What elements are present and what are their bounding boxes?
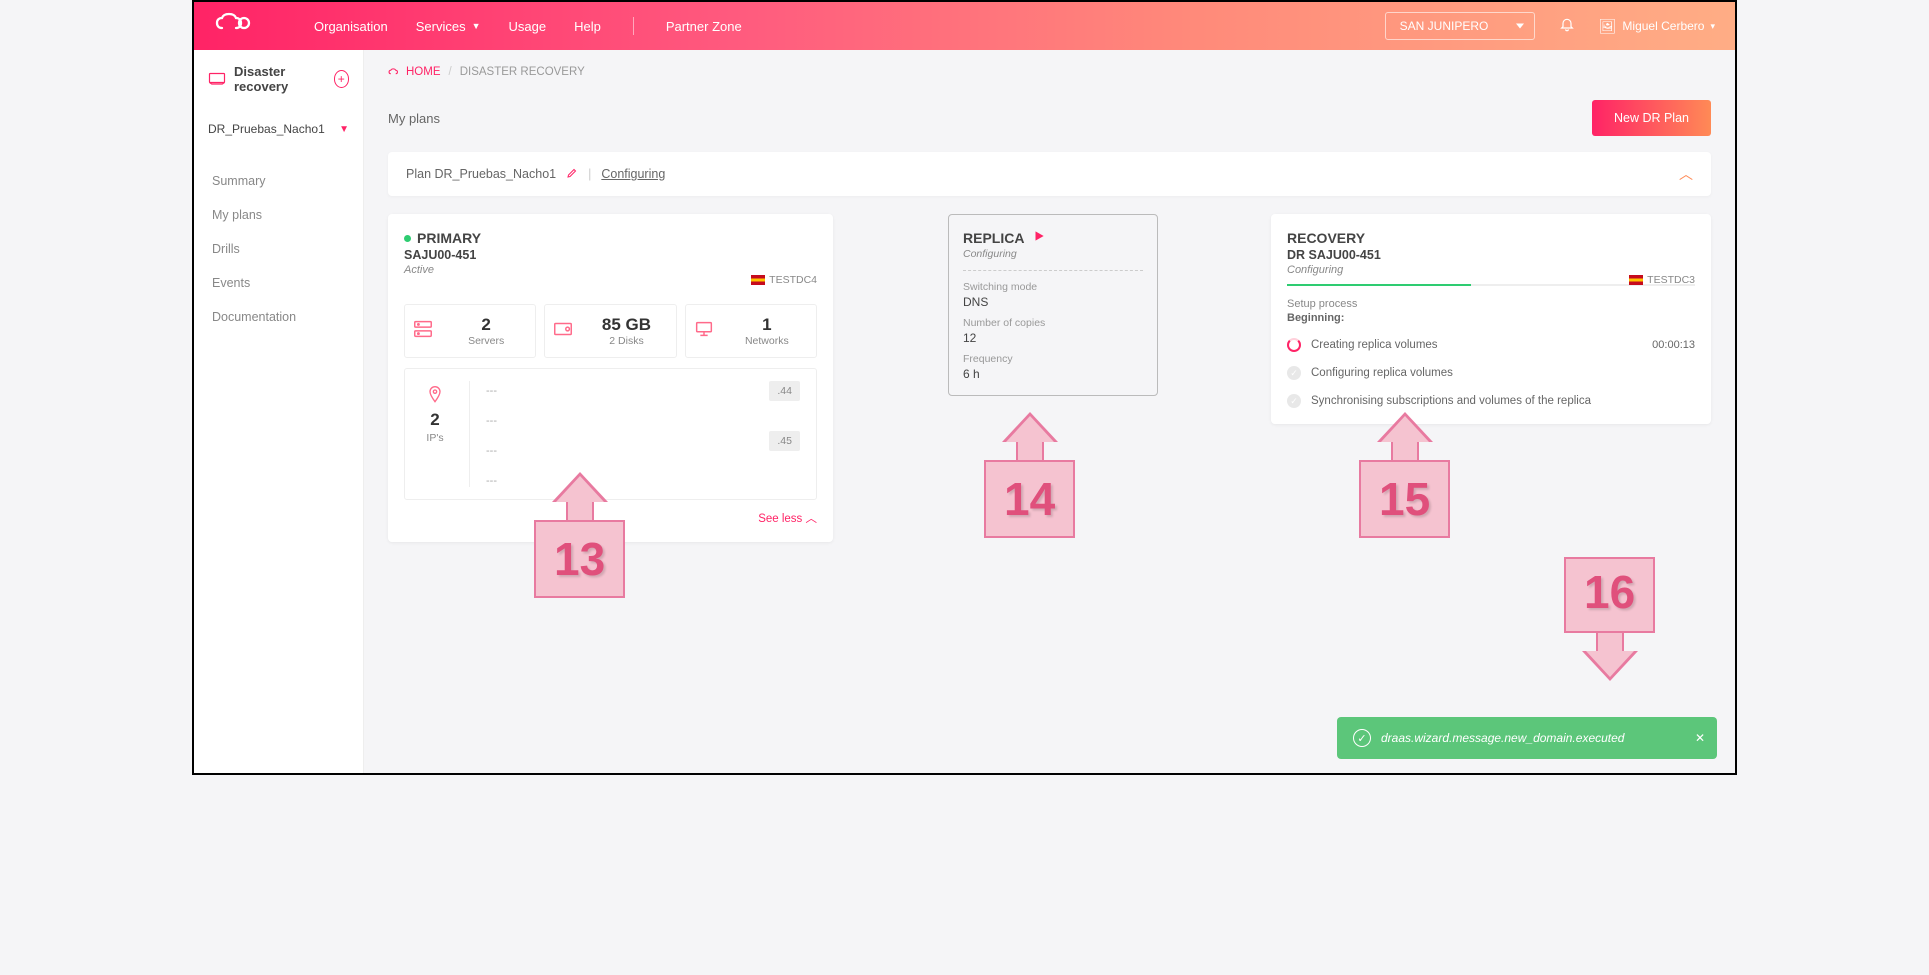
sidebar-item-events[interactable]: Events — [194, 266, 363, 300]
ip-chip: .44 — [769, 381, 800, 401]
user-name: Miguel Cerbero — [1622, 19, 1704, 33]
page-title: My plans — [388, 111, 440, 126]
cloud-icon — [388, 67, 402, 77]
sidebar-item-myplans[interactable]: My plans — [194, 198, 363, 232]
network-icon — [692, 318, 716, 345]
setup-process-label: Setup process — [1287, 298, 1695, 310]
notifications-icon[interactable] — [1559, 16, 1575, 37]
plan-status[interactable]: Configuring — [601, 167, 665, 181]
status-dot-icon — [404, 235, 411, 242]
primary-card: PRIMARY SAJU00-451 Active TESTDC4 2Serve… — [388, 214, 833, 542]
replica-title: REPLICA — [963, 230, 1024, 246]
check-circle-icon: ✓ — [1353, 729, 1371, 747]
collapse-icon[interactable]: ︿ — [1679, 164, 1693, 184]
success-toast: ✓ draas.wizard.message.new_domain.execut… — [1337, 717, 1717, 759]
replica-freq-value: 6 h — [963, 367, 1143, 381]
flag-es-icon — [751, 275, 765, 285]
caret-down-icon: ▼ — [339, 124, 349, 135]
primary-datacenter: TESTDC4 — [751, 274, 817, 286]
pending-check-icon: ✓ — [1287, 394, 1301, 408]
disk-icon — [551, 318, 575, 345]
nav-separator — [633, 17, 634, 35]
location-icon — [425, 385, 445, 408]
nav-usage[interactable]: Usage — [509, 19, 547, 34]
nav-services[interactable]: Services ▼ — [416, 19, 481, 34]
logo — [214, 12, 254, 40]
primary-vdc: SAJU00-451 — [404, 248, 817, 262]
primary-title: PRIMARY — [417, 230, 481, 246]
replica-copies-value: 12 — [963, 331, 1143, 345]
edit-plan-icon[interactable] — [566, 167, 578, 182]
tenant-select[interactable]: SAN JUNIPERO — [1385, 12, 1535, 40]
spinner-icon — [1287, 338, 1301, 352]
breadcrumb: HOME / DISASTER RECOVERY — [388, 66, 1711, 78]
see-less-toggle[interactable]: See less ︿ — [404, 510, 817, 526]
stat-networks: 1Networks — [685, 304, 817, 358]
sidebar-item-drills[interactable]: Drills — [194, 232, 363, 266]
annotation-16: 16 — [1564, 557, 1655, 681]
sidebar: Disaster recovery + DR_Pruebas_Nacho1 ▼ … — [194, 50, 364, 773]
recovery-title: RECOVERY — [1287, 230, 1695, 246]
setup-process-stage: Beginning: — [1287, 312, 1695, 324]
stat-storage: 85 GB2 Disks — [544, 304, 676, 358]
cloud-logo-icon — [214, 12, 254, 34]
ip-details: 2 IP's --- --- --- --- .44 .45 — [404, 368, 817, 500]
main-content: HOME / DISASTER RECOVERY My plans New DR… — [364, 50, 1735, 773]
replica-mode-value: DNS — [963, 295, 1143, 309]
replica-copies-label: Number of copies — [963, 317, 1143, 329]
plan-header-bar: Plan DR_Pruebas_Nacho1 | Configuring ︿ — [388, 152, 1711, 196]
setup-step-3: ✓ Synchronising subscriptions and volume… — [1287, 394, 1695, 408]
stat-servers: 2Servers — [404, 304, 536, 358]
nav-partner-zone[interactable]: Partner Zone — [666, 19, 742, 34]
setup-step-1: Creating replica volumes 00:00:13 — [1287, 338, 1695, 352]
flag-es-icon — [1629, 275, 1643, 285]
breadcrumb-home[interactable]: HOME — [388, 66, 441, 78]
add-plan-button[interactable]: + — [334, 70, 349, 88]
recovery-datacenter: TESTDC3 — [1629, 274, 1695, 286]
replica-freq-label: Frequency — [963, 353, 1143, 365]
pending-check-icon: ✓ — [1287, 366, 1301, 380]
avatar-icon: 🖼 — [1599, 18, 1617, 35]
breadcrumb-current: DISASTER RECOVERY — [460, 66, 585, 78]
toast-message: draas.wizard.message.new_domain.executed — [1381, 731, 1624, 745]
recovery-vdc: DR SAJU00-451 — [1287, 248, 1695, 262]
disaster-recovery-icon — [208, 71, 226, 88]
divider — [963, 270, 1143, 271]
sidebar-item-summary[interactable]: Summary — [194, 164, 363, 198]
sidebar-item-documentation[interactable]: Documentation — [194, 300, 363, 334]
servers-icon — [411, 318, 435, 345]
new-dr-plan-button[interactable]: New DR Plan — [1592, 100, 1711, 136]
chevron-up-icon: ︿ — [806, 513, 818, 525]
nav-organisation[interactable]: Organisation — [314, 19, 388, 34]
replica-mode-label: Switching mode — [963, 281, 1143, 293]
sidebar-title: Disaster recovery — [234, 64, 326, 94]
topbar: Organisation Services ▼ Usage Help Partn… — [194, 2, 1735, 50]
ip-chip: .45 — [769, 431, 800, 451]
sidebar-plan-select[interactable]: DR_Pruebas_Nacho1 ▼ — [208, 122, 349, 136]
toast-close-button[interactable]: ✕ — [1695, 731, 1705, 745]
plan-name: Plan DR_Pruebas_Nacho1 — [406, 167, 556, 181]
replica-status: Configuring — [963, 248, 1143, 260]
play-icon[interactable] — [1032, 229, 1046, 246]
user-menu[interactable]: 🖼 Miguel Cerbero ▾ — [1599, 18, 1715, 35]
nav-help[interactable]: Help — [574, 19, 601, 34]
caret-down-icon: ▼ — [472, 21, 481, 31]
setup-step-2: ✓ Configuring replica volumes — [1287, 366, 1695, 380]
caret-down-icon: ▾ — [1710, 21, 1715, 32]
recovery-card: RECOVERY DR SAJU00-451 Configuring TESTD… — [1271, 214, 1711, 424]
replica-card: REPLICA Configuring Switching mode DNS N… — [948, 214, 1158, 396]
